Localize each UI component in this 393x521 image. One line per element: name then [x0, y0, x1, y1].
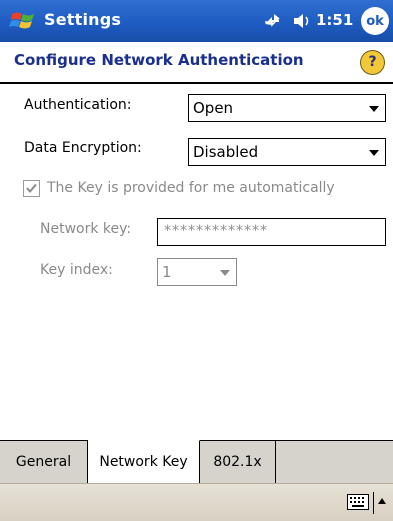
divider [373, 492, 374, 514]
help-icon[interactable]: ? [360, 50, 385, 75]
network-key-label: Network key: [40, 221, 132, 237]
chevron-down-icon [220, 270, 230, 276]
data-encryption-select[interactable]: Disabled [188, 138, 386, 166]
speaker-icon[interactable] [292, 12, 312, 30]
tab-network-key[interactable]: Network Key [88, 440, 200, 483]
tab-general[interactable]: General [0, 441, 88, 483]
auto-key-checkbox[interactable] [23, 180, 40, 197]
key-index-select[interactable]: 1 [157, 258, 237, 286]
key-index-value: 1 [162, 263, 172, 281]
tab-bar: General Network Key 802.1x [0, 440, 393, 484]
auto-key-label: The Key is provided for me automatically [47, 180, 335, 196]
menu-bar [0, 483, 393, 521]
chevron-down-icon [369, 106, 379, 112]
data-encryption-label: Data Encryption: [24, 140, 142, 156]
windows-start-icon[interactable] [8, 6, 38, 36]
authentication-label: Authentication: [24, 97, 132, 113]
authentication-value: Open [193, 99, 234, 117]
keyboard-icon[interactable] [347, 494, 369, 510]
chevron-up-icon[interactable] [378, 498, 386, 504]
chevron-down-icon [369, 150, 379, 156]
tab-802-1x[interactable]: 802.1x [200, 441, 276, 483]
network-key-value: ************* [164, 223, 268, 239]
connectivity-icon[interactable] [262, 11, 282, 31]
checkmark-icon [26, 183, 37, 194]
title-bar: Settings 1:51 ok [0, 0, 393, 42]
clock[interactable]: 1:51 [316, 11, 353, 29]
ok-button[interactable]: ok [361, 7, 389, 35]
key-index-label: Key index: [40, 262, 113, 278]
data-encryption-value: Disabled [193, 143, 259, 161]
app-title: Settings [44, 10, 122, 29]
network-key-input[interactable]: ************* [157, 218, 386, 246]
page-header: Configure Network Authentication ? [0, 42, 393, 84]
authentication-select[interactable]: Open [188, 94, 386, 122]
page-title: Configure Network Authentication [14, 51, 304, 69]
